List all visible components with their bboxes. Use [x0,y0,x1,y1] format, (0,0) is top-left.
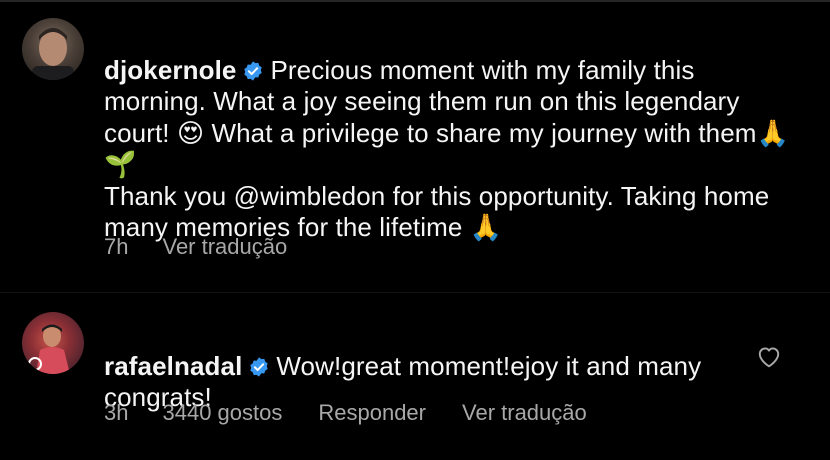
likes-count[interactable]: 3440 gostos [162,400,282,426]
divider [0,292,830,293]
username[interactable]: djokernole [104,55,236,85]
comment-body: djokernole Precious moment with my family… [104,23,794,244]
avatar[interactable] [22,312,84,374]
avatar-image [28,324,70,374]
comment-meta: 7h Ver tradução [104,234,287,260]
heart-icon[interactable] [756,344,782,368]
comment-meta: 3h 3440 gostos Responder Ver tradução [104,400,587,426]
username[interactable]: rafaelnadal [104,351,242,381]
verified-badge-icon [250,356,269,377]
avatar-image [32,28,74,80]
reply-button[interactable]: Responder [318,400,426,426]
top-edge [0,0,830,2]
verified-badge-icon [244,60,263,81]
comment-time: 7h [104,234,129,259]
comment-time: 3h [104,400,129,425]
translate-link[interactable]: Ver tradução [162,234,287,260]
translate-link[interactable]: Ver tradução [462,400,587,426]
avatar[interactable] [22,18,84,80]
